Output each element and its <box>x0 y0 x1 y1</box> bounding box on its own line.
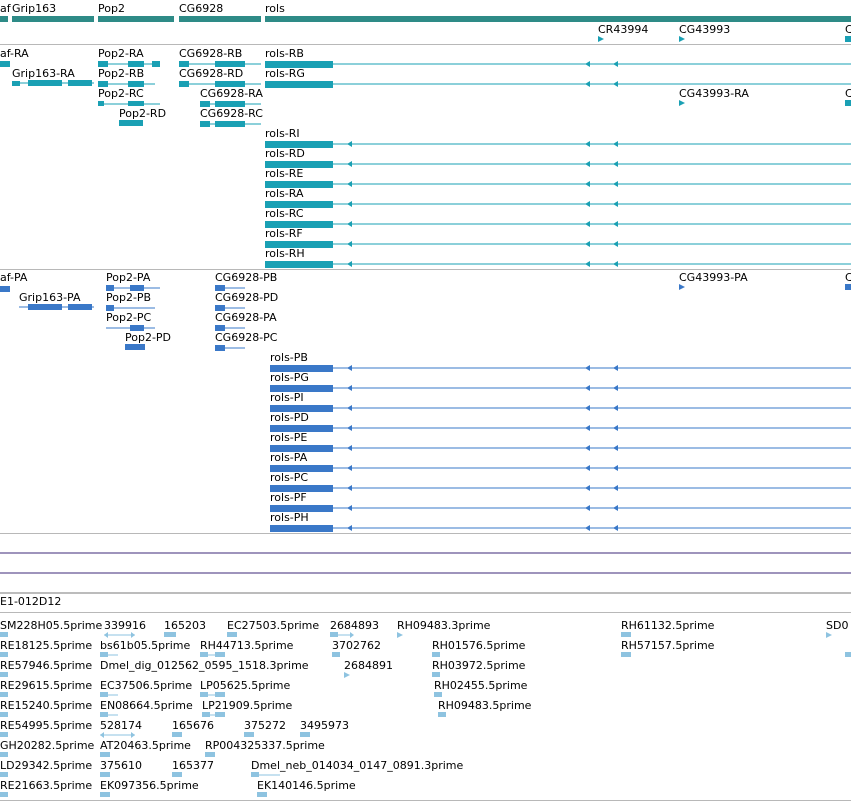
protein-glyphs <box>0 284 851 351</box>
purple-track-lines <box>0 552 851 574</box>
gene-glyphs <box>0 16 851 42</box>
gene-glyph[interactable] <box>0 16 8 22</box>
rols-proteins <box>270 365 851 532</box>
rols-transcripts <box>265 61 851 268</box>
gene-glyph[interactable] <box>98 16 174 22</box>
gene-glyph[interactable] <box>179 16 261 22</box>
gene-glyph[interactable] <box>265 16 851 22</box>
feature-glyphs <box>0 16 851 797</box>
est-glyphs <box>0 632 851 797</box>
gene-glyph[interactable] <box>12 16 94 22</box>
mrna-glyphs <box>0 61 851 127</box>
